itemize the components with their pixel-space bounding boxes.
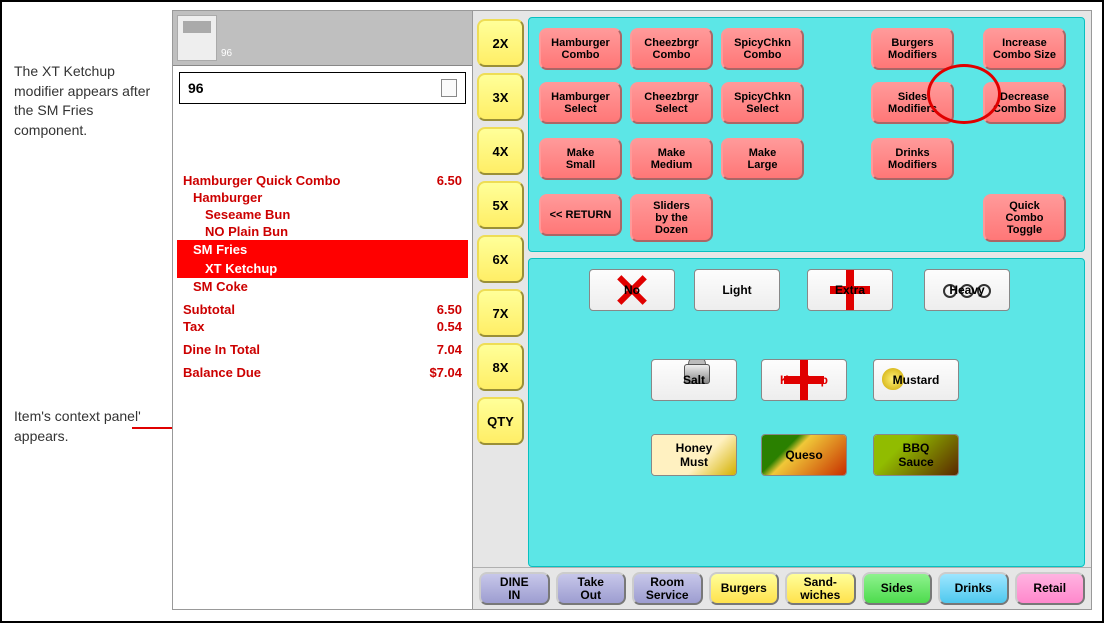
make-small-button[interactable]: Make Small (539, 138, 622, 180)
sides-tab[interactable]: Sides (862, 572, 933, 605)
receipt-panel: 96 96 Hamburger Quick Combo 6.50 Hamburg… (173, 11, 473, 609)
tax-label: Tax (183, 319, 204, 334)
retail-tab[interactable]: Retail (1015, 572, 1086, 605)
honey-mustard-button[interactable]: Honey Must (651, 434, 737, 476)
qty-8x-button[interactable]: 8X (477, 343, 524, 391)
receipt-body: Hamburger Quick Combo 6.50 Hamburger Ses… (173, 110, 472, 609)
ordertype-total-label: Dine In Total (183, 342, 260, 357)
order-component-label: Hamburger (193, 190, 262, 205)
heavy-modifier-button[interactable]: Heavy (924, 269, 1010, 311)
subtotal-line: Subtotal 6.50 (177, 301, 468, 318)
subtotal-value: 6.50 (437, 302, 462, 317)
document-icon[interactable] (177, 15, 217, 61)
qty-6x-button[interactable]: 6X (477, 235, 524, 283)
receipt-header: 96 (173, 11, 472, 66)
modifier-context-panel: No Light Extra Heavy (528, 258, 1085, 567)
drinks-tab[interactable]: Drinks (938, 572, 1009, 605)
category-panel: Hamburger Combo Cheezbrgr Combo SpicyChk… (528, 17, 1085, 252)
qty-5x-button[interactable]: 5X (477, 181, 524, 229)
make-large-button[interactable]: Make Large (721, 138, 804, 180)
hamburger-combo-button[interactable]: Hamburger Combo (539, 28, 622, 70)
bbq-sauce-button[interactable]: BBQ Sauce (873, 434, 959, 476)
quick-combo-toggle-button[interactable]: Quick Combo Toggle (983, 194, 1066, 242)
spicychkn-select-button[interactable]: SpicyChkn Select (721, 82, 804, 124)
grid-area: 2X 3X 4X 5X 6X 7X 8X QTY Hamburger Combo… (473, 11, 1091, 567)
qty-3x-button[interactable]: 3X (477, 73, 524, 121)
qty-qty-button[interactable]: QTY (477, 397, 524, 445)
sliders-dozen-button[interactable]: Sliders by the Dozen (630, 194, 713, 242)
order-component-selected[interactable]: SM Fries (177, 240, 468, 259)
ordertype-total-line: Dine In Total 7.04 (177, 341, 468, 358)
page-icon (441, 79, 457, 97)
take-out-tab[interactable]: Take Out (556, 572, 627, 605)
order-component-label: NO Plain Bun (205, 224, 288, 239)
check-id-value: 96 (188, 80, 204, 96)
queso-label: Queso (785, 448, 822, 462)
ordertype-total-value: 7.04 (437, 342, 462, 357)
balance-due-value: $7.04 (429, 365, 462, 380)
spicychkn-combo-button[interactable]: SpicyChkn Combo (721, 28, 804, 70)
sandwiches-tab[interactable]: Sand- wiches (785, 572, 856, 605)
balance-due-label: Balance Due (183, 365, 261, 380)
salt-label: Salt (683, 373, 705, 387)
callout-text-2: Item's context panel' appears. (14, 407, 164, 446)
order-modifier-label: XT Ketchup (205, 261, 277, 276)
order-line-main[interactable]: Hamburger Quick Combo 6.50 (177, 172, 468, 189)
order-item-price: 6.50 (437, 173, 462, 188)
make-medium-button[interactable]: Make Medium (630, 138, 713, 180)
quantity-column: 2X 3X 4X 5X 6X 7X 8X QTY (473, 11, 528, 567)
order-component-label: SM Fries (193, 242, 247, 257)
qty-7x-button[interactable]: 7X (477, 289, 524, 337)
return-button[interactable]: << RETURN (539, 194, 622, 236)
extra-modifier-button[interactable]: Extra (807, 269, 893, 311)
tax-value: 0.54 (437, 319, 462, 334)
check-id-field[interactable]: 96 (179, 72, 466, 104)
hamburger-select-button[interactable]: Hamburger Select (539, 82, 622, 124)
cheezbrgr-combo-button[interactable]: Cheezbrgr Combo (630, 28, 713, 70)
dine-in-tab[interactable]: DINE IN (479, 572, 550, 605)
honey-mustard-label: Honey Must (676, 441, 713, 469)
category-grid: Hamburger Combo Cheezbrgr Combo SpicyChk… (535, 24, 1078, 245)
bbq-sauce-label: BBQ Sauce (898, 441, 933, 469)
heavy-modifier-label: Heavy (949, 283, 984, 297)
drinks-modifiers-button[interactable]: Drinks Modifiers (871, 138, 954, 180)
tax-line: Tax 0.54 (177, 318, 468, 335)
no-modifier-label: No (624, 283, 640, 297)
order-component[interactable]: Seseame Bun (177, 206, 468, 223)
order-modifier-selected[interactable]: XT Ketchup (177, 259, 468, 278)
ketchup-button[interactable]: Ketchup (761, 359, 847, 401)
burgers-modifiers-button[interactable]: Burgers Modifiers (871, 28, 954, 70)
cheezbrgr-select-button[interactable]: Cheezbrgr Select (630, 82, 713, 124)
light-modifier-label: Light (722, 283, 751, 297)
order-component[interactable]: Hamburger (177, 189, 468, 206)
ketchup-label: Ketchup (780, 373, 828, 387)
order-component[interactable]: NO Plain Bun (177, 223, 468, 240)
order-component-label: SM Coke (193, 279, 248, 294)
salt-button[interactable]: Salt (651, 359, 737, 401)
balance-due-line: Balance Due $7.04 (177, 364, 468, 381)
extra-modifier-label: Extra (835, 283, 865, 297)
sides-modifiers-button[interactable]: Sides Modifiers (871, 82, 954, 124)
decrease-combo-size-button[interactable]: Decrease Combo Size (983, 82, 1066, 124)
pos-window: 96 96 Hamburger Quick Combo 6.50 Hamburg… (172, 10, 1092, 610)
right-column: 2X 3X 4X 5X 6X 7X 8X QTY Hamburger Combo… (473, 11, 1091, 609)
thumb-label: 96 (217, 48, 232, 61)
callout-text-1: The XT Ketchup modifier appears after th… (14, 62, 164, 140)
bottom-tab-bar: DINE IN Take Out Room Service Burgers Sa… (473, 567, 1091, 609)
qty-2x-button[interactable]: 2X (477, 19, 524, 67)
qty-4x-button[interactable]: 4X (477, 127, 524, 175)
no-modifier-button[interactable]: No (589, 269, 675, 311)
order-component[interactable]: SM Coke (177, 278, 468, 295)
increase-combo-size-button[interactable]: Increase Combo Size (983, 28, 1066, 70)
light-modifier-button[interactable]: Light (694, 269, 780, 311)
mustard-label: Mustard (893, 373, 940, 387)
burgers-tab[interactable]: Burgers (709, 572, 780, 605)
room-service-tab[interactable]: Room Service (632, 572, 703, 605)
mustard-button[interactable]: Mustard (873, 359, 959, 401)
queso-button[interactable]: Queso (761, 434, 847, 476)
subtotal-label: Subtotal (183, 302, 235, 317)
order-item-label: Hamburger Quick Combo (183, 173, 340, 188)
order-component-label: Seseame Bun (205, 207, 290, 222)
panels-column: Hamburger Combo Cheezbrgr Combo SpicyChk… (528, 11, 1091, 567)
